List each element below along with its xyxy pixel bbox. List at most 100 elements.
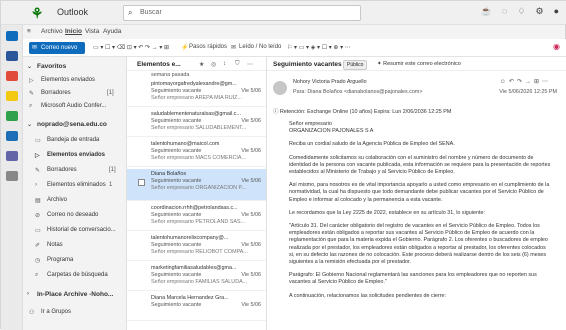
- reading-pane: Seguimiento vacantes Público ✦ Resumir e…: [267, 57, 566, 330]
- message-row[interactable]: saludablementenaturalsas@gmail.c... Segu…: [127, 109, 266, 137]
- app-title: Outlook: [57, 7, 89, 17]
- message-list-header: Elementos e... ★ ◎ ↕ ⛉ ⋯: [127, 57, 266, 71]
- coffee-icon[interactable]: ☕: [481, 6, 492, 17]
- body-line: ORGANIZACION PAJONALES S A: [289, 128, 374, 135]
- sort-icon[interactable]: ↕: [223, 61, 226, 67]
- message-list: Elementos e... ★ ◎ ↕ ⛉ ⋯ semana pasada p…: [127, 57, 267, 330]
- body-paragraph: Parágrafo: El Gobierno Nacional reglamen…: [289, 272, 537, 286]
- people-icon[interactable]: [6, 71, 18, 81]
- body-paragraph: Comedidamente solicitamos su colaboració…: [289, 154, 551, 176]
- search-folder-icon: ⌕: [35, 272, 39, 278]
- group-header: semana pasada: [151, 72, 190, 78]
- todo-icon[interactable]: [6, 111, 18, 121]
- message-row-selected[interactable]: Diana Bolaños Seguimiento vacante Vie 5/…: [127, 169, 266, 201]
- folder-title: Elementos e...: [137, 61, 181, 68]
- filter-icon[interactable]: ⛉: [235, 61, 240, 68]
- sender-name[interactable]: Nohory Victoria Prado Arguello: [293, 79, 367, 85]
- archive-icon: ▤: [35, 198, 41, 204]
- title-bar-icons: ☕ ◌ ♢ ⚙ ●: [481, 6, 559, 17]
- search-input[interactable]: ⌕ Buscar: [123, 5, 361, 21]
- app-rail: [1, 25, 23, 330]
- message-row[interactable]: coordinacion.rrhh@petrolandsas.c... Segu…: [127, 203, 266, 231]
- quick-steps-icon[interactable]: ⚡: [181, 44, 188, 51]
- bell-icon[interactable]: ♢: [517, 6, 525, 17]
- folder-pane: ⌄ Favoritos ▷ Elementos enviados ✎ Borra…: [23, 57, 127, 330]
- clock-icon: ◷: [35, 258, 41, 264]
- favorite-star-icon[interactable]: ★: [199, 61, 204, 68]
- search-icon: ⌕: [128, 8, 133, 17]
- avatar[interactable]: ●: [554, 6, 559, 17]
- send-icon: ▷: [35, 153, 40, 159]
- outlook-logo-icon: ⚘: [30, 5, 44, 21]
- message-row[interactable]: Diana Marcela Hernandez Gra... Seguimien…: [127, 293, 266, 321]
- summarize-button[interactable]: ✦ Resumir este correo electrónico: [377, 61, 461, 67]
- groups-icon: ⚇: [29, 310, 35, 316]
- email-body: Señor empresario ORGANIZACION PAJONALES …: [289, 121, 551, 306]
- folder-item[interactable]: ✎ Borradores [1]: [35, 167, 127, 177]
- menu-help[interactable]: Ayuda: [103, 28, 121, 35]
- read-unread-icon[interactable]: ✉: [231, 44, 236, 51]
- ribbon-icons-group[interactable]: ▭ ▾ ☐ ▾ ⌫ ⊡ ▾ ↶ ↷ → ▾ ⊞: [93, 44, 169, 51]
- body-paragraph: "Artículo 31. Del carácter obligatorio d…: [289, 223, 548, 266]
- folder-item[interactable]: › Elementos eliminados 1: [35, 182, 127, 192]
- chevron-down-icon: ⌄: [27, 64, 33, 70]
- ribbon-more-icons[interactable]: ⚐ ▾ ▭ ▾ ◈ ▾ ☐ ▾ ⊕ ▾ ⋯: [287, 44, 351, 51]
- apps-icon[interactable]: [6, 171, 18, 181]
- onedrive-icon[interactable]: [6, 131, 18, 141]
- body-paragraph: Así mismo, para nosotros es de vital imp…: [289, 182, 550, 203]
- folder-item[interactable]: ✎ Borradores [1]: [29, 90, 127, 100]
- notes-icon: ✐: [35, 243, 41, 249]
- more-icon[interactable]: ⋯: [247, 61, 253, 68]
- chevron-right-icon: ›: [27, 291, 29, 297]
- message-row[interactable]: talentohumano@maicol.com Seguimiento vac…: [127, 139, 266, 167]
- avatar: [273, 81, 287, 95]
- sensitivity-badge: Público: [343, 60, 368, 70]
- chevron-down-icon: ⌄: [27, 122, 33, 128]
- lightbulb-icon[interactable]: ◌: [502, 6, 507, 17]
- search-placeholder: Buscar: [140, 9, 162, 16]
- message-row[interactable]: talentohumanorelixcompany@... Seguimient…: [127, 233, 266, 261]
- hamburger-icon[interactable]: ≡: [27, 28, 31, 35]
- recipient-line: Para: Diana Bolaños <dianabolanos@pajona…: [293, 89, 423, 95]
- sent-date: Vie 5/06/2026 12:25 PM: [499, 89, 557, 95]
- sender-block: Nohory Victoria Prado Arguello Para: Dia…: [273, 77, 561, 109]
- draft-icon: ✎: [29, 91, 35, 97]
- calendar-icon[interactable]: [6, 51, 18, 61]
- menu-bar: ≡ Archivo Inicio Vista Ayuda: [23, 25, 566, 39]
- body-line: Señor empresario: [289, 121, 332, 127]
- new-mail-button[interactable]: ✉ Correo nuevo: [29, 42, 85, 54]
- copilot-icon[interactable]: ◉: [553, 42, 560, 51]
- email-subject: Seguimiento vacantes: [273, 61, 342, 68]
- settings-icon[interactable]: ⚙: [535, 6, 543, 17]
- message-row[interactable]: marketingfamiliasaludables@gma... Seguim…: [127, 263, 266, 291]
- menu-view[interactable]: Vista: [85, 28, 99, 35]
- draft-icon: ✎: [35, 168, 41, 174]
- mail-icon[interactable]: [6, 31, 18, 41]
- read-unread-button[interactable]: Leído / No leído: [239, 44, 281, 50]
- trash-icon: ›: [35, 182, 37, 188]
- inbox-icon: ▭: [35, 138, 41, 144]
- message-checkbox[interactable]: [138, 179, 145, 186]
- menu-file[interactable]: Archivo: [41, 28, 63, 35]
- title-bar: ⚘ Outlook ⌕ Buscar ☕ ◌ ♢ ⚙ ●: [1, 1, 566, 25]
- body-paragraph: Le recordamos que la Ley 2225 de 2022, e…: [289, 209, 485, 216]
- body-paragraph: A continuación, relacionamos las solicit…: [289, 292, 447, 299]
- info-icon: ⓘ: [273, 109, 280, 115]
- message-row[interactable]: pintomayorgafredyalexandre@gm... Seguimi…: [127, 79, 266, 107]
- select-icon[interactable]: ◎: [211, 61, 216, 68]
- envelope-icon: ✉: [32, 45, 38, 51]
- menu-home[interactable]: Inicio: [65, 28, 82, 35]
- send-icon: ▷: [29, 78, 34, 84]
- junk-icon: ⊘: [35, 213, 41, 219]
- body-paragraph: Reciba un cordial saludo de la Agencia P…: [289, 141, 455, 148]
- retention-notice: ⓘ Retención: Exchange Online (10 años) E…: [273, 109, 452, 115]
- quick-steps-button[interactable]: Pasos rápidos: [189, 44, 227, 50]
- reading-header: Seguimiento vacantes Público ✦ Resumir e…: [267, 57, 566, 71]
- outlook-window: ⚘ Outlook ⌕ Buscar ☕ ◌ ♢ ⚙ ● ≡ Archivo I…: [0, 0, 566, 330]
- message-actions[interactable]: ☺↶↷→⊞⋯: [500, 78, 551, 85]
- teams-icon[interactable]: [6, 151, 18, 161]
- folder-icon: ▭: [35, 228, 41, 234]
- tasks-icon[interactable]: [6, 91, 18, 101]
- ribbon: ✉ Correo nuevo ▭ ▾ ☐ ▾ ⌫ ⊡ ▾ ↶ ↷ → ▾ ⊞ ⚡…: [23, 39, 566, 57]
- folder-search-icon: ⌕: [29, 103, 33, 109]
